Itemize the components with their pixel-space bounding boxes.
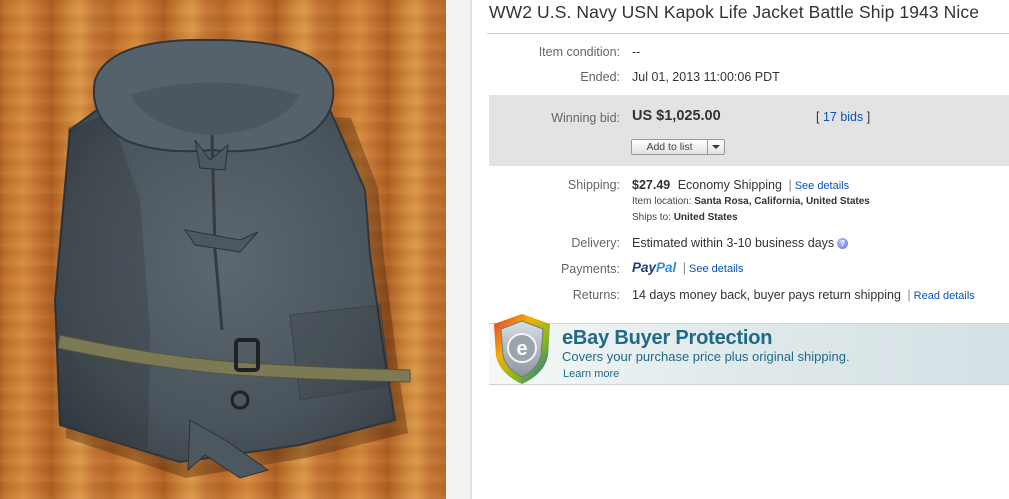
item-condition-label: Item condition:	[538, 45, 620, 59]
listing-title: WW2 U.S. Navy USN Kapok Life Jacket Batt…	[489, 2, 980, 22]
delivery-label: Delivery:	[571, 236, 620, 250]
winning-bid-amount: US $1,025.00	[632, 108, 721, 124]
shipping-method: Economy Shipping	[677, 178, 782, 192]
paypal-logo: PayPal	[632, 260, 677, 275]
shipping-info: $27.49 Economy Shipping | See details	[632, 178, 849, 192]
item-condition-value: --	[632, 45, 641, 59]
ships-to-value: United States	[673, 212, 738, 223]
returns-details-link[interactable]: Read details	[914, 290, 975, 302]
life-jacket-image	[53, 38, 411, 479]
ships-to-label: Ships to:	[632, 212, 671, 223]
ships-to: Ships to: United States	[632, 212, 738, 223]
ended-label: Ended:	[580, 70, 620, 84]
shipping-label: Shipping:	[567, 178, 620, 192]
shipping-separator: |	[788, 178, 792, 192]
returns-info: 14 days money back, buyer pays return sh…	[632, 288, 975, 302]
shipping-price: $27.49	[632, 178, 671, 192]
bids-bracket-close: ]	[863, 110, 871, 124]
buyer-protection-text: Covers your purchase price plus original…	[562, 349, 850, 364]
item-location-value: Santa Rosa, California, United States	[694, 196, 870, 207]
returns-separator: |	[907, 288, 911, 302]
payments-details-link[interactable]: See details	[689, 263, 743, 275]
returns-label: Returns:	[572, 288, 620, 302]
item-location-label: Item location:	[632, 196, 692, 207]
shield-icon: e	[494, 314, 550, 384]
winning-bid-box	[489, 95, 1009, 166]
title-divider	[487, 33, 1009, 34]
winning-bid-label: Winning bid:	[551, 111, 620, 125]
shield-letter: e	[516, 338, 527, 360]
delivery-info: Estimated within 3-10 business days?	[632, 236, 849, 250]
bid-history: [ 17 bids ]	[816, 110, 870, 124]
returns-value: 14 days money back, buyer pays return sh…	[632, 288, 901, 302]
bid-history-link[interactable]: 17 bids	[823, 110, 863, 124]
item-location: Item location: Santa Rosa, California, U…	[632, 196, 870, 207]
add-to-list-button[interactable]: Add to list	[631, 139, 725, 155]
photo-frame-edge	[446, 0, 470, 499]
add-to-list-label: Add to list	[646, 141, 693, 153]
product-photo[interactable]	[0, 0, 446, 499]
delivery-value: Estimated within 3-10 business days	[632, 236, 835, 250]
payments-info: PayPal | See details	[632, 260, 743, 275]
ended-value: Jul 01, 2013 11:00:06 PDT	[632, 70, 780, 84]
chevron-down-icon[interactable]	[707, 140, 724, 154]
learn-more-link[interactable]: Learn more	[563, 368, 619, 380]
bids-bracket-open: [	[816, 110, 823, 124]
payments-label: Payments:	[560, 262, 620, 276]
buyer-protection-title: eBay Buyer Protection	[562, 327, 773, 349]
help-icon[interactable]: ?	[837, 238, 849, 249]
payments-separator: |	[682, 261, 687, 275]
shipping-details-link[interactable]: See details	[795, 180, 849, 192]
photo-frame-divider	[470, 0, 472, 499]
